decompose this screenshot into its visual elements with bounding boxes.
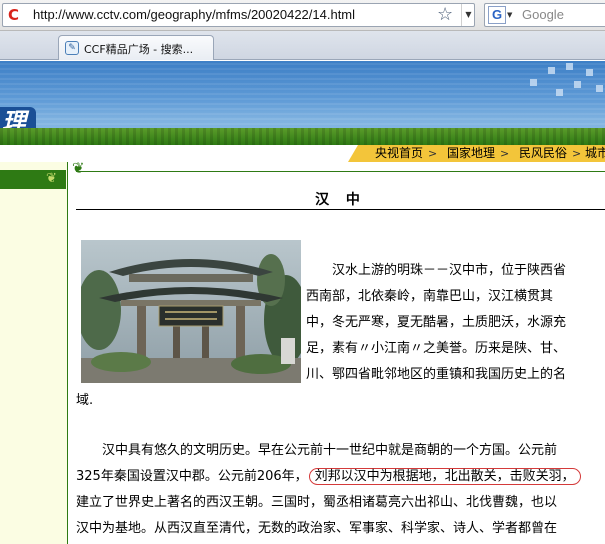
- breadcrumb: 央视首页 > 国家地理 > 民风民俗 > 城市: [348, 145, 605, 162]
- article-photo: [81, 240, 301, 383]
- banner-tile: [530, 79, 537, 86]
- title-divider: [76, 171, 605, 172]
- url-dropdown-arrow-icon[interactable]: ▼: [461, 4, 475, 26]
- search-engine-icon[interactable]: G: [488, 6, 506, 24]
- browser-tab[interactable]: ✎ CCF精品广场 - 搜索...: [58, 35, 214, 60]
- tab-strip: ✎ CCF精品广场 - 搜索...: [0, 31, 605, 60]
- paragraph-2-line: 325年秦国设置汉中郡。公元前206年， 刘邦以汉中为根据地，北出散关，击败关羽，: [76, 468, 582, 486]
- url-text[interactable]: http://www.cctv.com/geography/mfms/20020…: [33, 7, 355, 22]
- address-bar[interactable]: C http://www.cctv.com/geography/mfms/200…: [2, 3, 475, 27]
- site-favicon-icon: C: [8, 6, 20, 24]
- bookmark-star-icon[interactable]: ☆: [437, 5, 453, 25]
- vine-ornament-icon: ❦: [72, 159, 85, 177]
- breadcrumb-separator: >: [572, 147, 582, 160]
- banner-tile: [556, 89, 563, 96]
- banner-grass-strip: [0, 128, 605, 145]
- grass-texture: [0, 128, 605, 145]
- paragraph-2-line: 建立了世界史上著名的西汉王朝。三国时，蜀丞相诸葛亮六出祁山、北伐曹魏，也以: [76, 495, 558, 510]
- paragraph-2-text: 325年秦国设置汉中郡。公元前206年，: [76, 469, 308, 484]
- left-sidebar: [0, 162, 68, 544]
- breadcrumb-home[interactable]: 央视首页: [375, 146, 423, 161]
- breadcrumb-city[interactable]: 城市: [585, 146, 605, 161]
- gate-photo-illustration: [81, 240, 301, 383]
- paragraph-1-line: 西南部，北依秦岭，南靠巴山，汉江横贯其: [306, 289, 554, 304]
- breadcrumb-geography[interactable]: 国家地理: [447, 146, 495, 161]
- paragraph-1-line: 汉水上游的明珠－－汉中市，位于陕西省: [332, 263, 567, 278]
- title-underline: [76, 209, 605, 210]
- breadcrumb-separator: >: [500, 147, 510, 160]
- paragraph-2-line: 汉中具有悠久的文明历史。早在公元前十一世纪中就是商朝的一个方国。公元前: [102, 443, 558, 458]
- paragraph-2-line: 汉中为基地。从西汉直至清代，无数的政治家、军事家、科学家、诗人、学者都曾在: [76, 521, 558, 536]
- breadcrumb-folk-customs[interactable]: 民风民俗: [519, 146, 567, 161]
- search-box[interactable]: G ▼ Google: [484, 3, 605, 27]
- browser-toolbar: C http://www.cctv.com/geography/mfms/200…: [0, 0, 605, 31]
- banner-tile: [596, 85, 603, 92]
- paragraph-1-line: 川、鄂四省毗邻地区的重镇和我国历史上的名: [306, 367, 567, 382]
- paragraph-1-line: 中，冬无严寒，夏无酷暑，土质肥沃，水源充: [306, 315, 567, 330]
- sidebar-ornament-icon: ❦: [46, 171, 57, 186]
- breadcrumb-separator: >: [428, 147, 438, 160]
- article-title: 汉 中: [315, 192, 366, 208]
- paragraph-1-line: 足，素有〃小江南〃之美誉。历来是陕、甘、: [306, 341, 567, 356]
- banner-tile: [586, 69, 593, 76]
- tab-favicon-icon: ✎: [65, 41, 79, 55]
- highlighted-phrase: 刘邦以汉中为根据地，北出散关，击败关羽，: [308, 468, 581, 485]
- paragraph-1-line: 域.: [76, 393, 94, 408]
- search-placeholder[interactable]: Google: [522, 7, 564, 22]
- tab-title: CCF精品广场 - 搜索...: [84, 43, 194, 56]
- banner-tile: [574, 81, 581, 88]
- search-engine-dropdown-icon[interactable]: ▼: [507, 11, 512, 19]
- banner-tile: [548, 67, 555, 74]
- banner-tile: [566, 63, 573, 70]
